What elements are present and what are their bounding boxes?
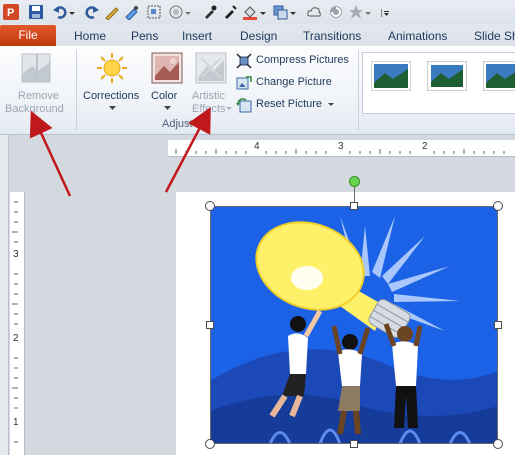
annotation-arrow-remove-background xyxy=(29,110,72,197)
annotation-arrows xyxy=(29,106,211,197)
annotation-arrow-artistic-effects xyxy=(164,106,211,193)
